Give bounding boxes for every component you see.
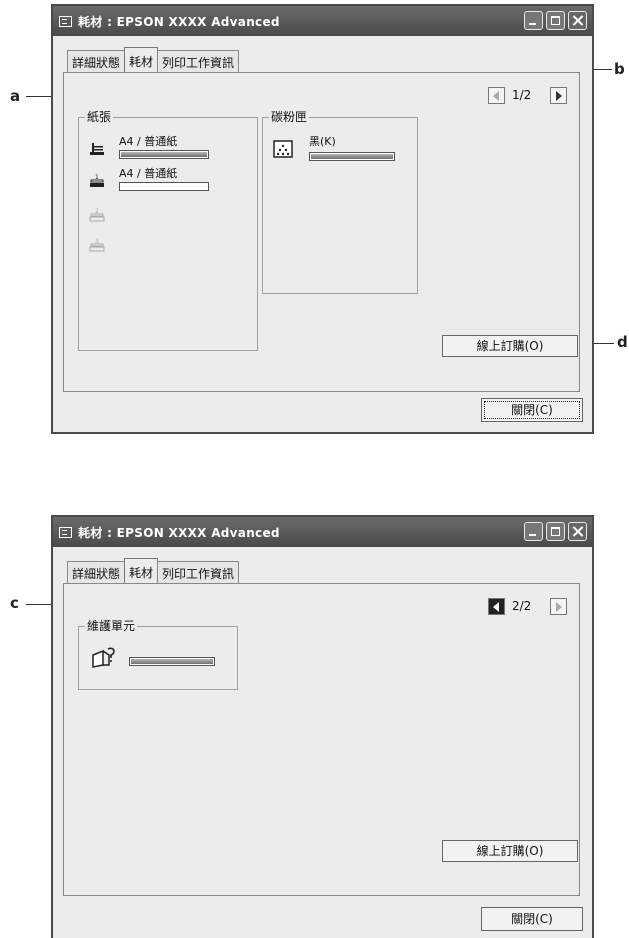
toner-black-level-fill bbox=[311, 154, 393, 159]
title-bar[interactable]: 耗材 : EPSON XXXX Advanced bbox=[53, 6, 592, 36]
tray-1-level-bar bbox=[119, 182, 209, 191]
paper-tray-3-icon-disabled: 3 bbox=[89, 238, 105, 252]
callout-a: a bbox=[10, 87, 21, 105]
prev-page-button[interactable] bbox=[488, 87, 505, 104]
close-icon[interactable] bbox=[568, 522, 587, 541]
maximize-icon[interactable] bbox=[546, 11, 565, 30]
order-online-button[interactable]: 線上訂購(O) bbox=[442, 840, 578, 862]
paper-tray-mp-icon bbox=[90, 143, 104, 155]
svg-text:1: 1 bbox=[95, 174, 99, 181]
next-page-button[interactable] bbox=[550, 598, 567, 615]
prev-page-button[interactable] bbox=[488, 598, 505, 615]
window-title: 耗材 : EPSON XXXX Advanced bbox=[78, 525, 280, 540]
page-indicator: 1/2 bbox=[512, 88, 532, 102]
paper-group: 紙張 A4 / 普通紙 1 A4 / 普通紙 2 3 bbox=[78, 110, 258, 351]
consumables-window-page1: 耗材 : EPSON XXXX Advanced 詳細狀態 耗材 列印工作資訊 … bbox=[51, 4, 594, 434]
close-button[interactable]: 關閉(C) bbox=[481, 398, 583, 422]
tab-consumables[interactable]: 耗材 bbox=[124, 47, 159, 75]
toner-black-label: 黑(K) bbox=[309, 135, 336, 148]
tray-mp-label: A4 / 普通紙 bbox=[119, 135, 178, 148]
page-indicator: 2/2 bbox=[512, 599, 532, 613]
close-button[interactable]: 關閉(C) bbox=[481, 907, 583, 931]
close-icon[interactable] bbox=[568, 11, 587, 30]
tab-print-job-info[interactable]: 列印工作資訊 bbox=[157, 561, 240, 584]
tray-1-label: A4 / 普通紙 bbox=[119, 167, 178, 180]
tab-panel: 維護單元 2/2 線上訂購(O) bbox=[63, 583, 580, 896]
maintenance-group: 維護單元 bbox=[78, 619, 238, 690]
tray-mp-level-fill bbox=[121, 152, 207, 157]
callout-c: c bbox=[10, 594, 19, 612]
toner-group-title: 碳粉匣 bbox=[269, 110, 310, 124]
minimize-icon[interactable] bbox=[524, 522, 543, 541]
maximize-icon[interactable] bbox=[546, 522, 565, 541]
printer-app-icon bbox=[59, 526, 72, 538]
callout-b: b bbox=[614, 60, 625, 78]
tray-mp-level-bar bbox=[119, 150, 209, 159]
tab-panel: 紙張 A4 / 普通紙 1 A4 / 普通紙 2 3 碳粉匣 黑(K) 1/2 … bbox=[63, 72, 580, 392]
svg-text:2: 2 bbox=[95, 208, 99, 215]
next-page-button[interactable] bbox=[550, 87, 567, 104]
maintenance-unit-level-bar bbox=[129, 657, 215, 666]
tab-detailed-status[interactable]: 詳細狀態 bbox=[67, 561, 126, 584]
paper-tray-1-icon: 1 bbox=[90, 174, 104, 187]
svg-text:3: 3 bbox=[95, 238, 99, 245]
printer-app-icon bbox=[59, 15, 72, 27]
toner-black-level-bar bbox=[309, 152, 395, 161]
title-bar[interactable]: 耗材 : EPSON XXXX Advanced bbox=[53, 517, 592, 547]
tab-strip: 詳細狀態 耗材 列印工作資訊 bbox=[67, 558, 240, 586]
tab-strip: 詳細狀態 耗材 列印工作資訊 bbox=[67, 47, 240, 75]
minimize-icon[interactable] bbox=[524, 11, 543, 30]
consumables-window-page2: 耗材 : EPSON XXXX Advanced 詳細狀態 耗材 列印工作資訊 … bbox=[51, 515, 594, 938]
maintenance-unit-icon bbox=[92, 647, 115, 668]
order-online-button[interactable]: 線上訂購(O) bbox=[442, 335, 578, 357]
tab-print-job-info[interactable]: 列印工作資訊 bbox=[157, 50, 240, 73]
callout-d: d bbox=[617, 333, 628, 351]
paper-group-title: 紙張 bbox=[85, 110, 114, 124]
paper-tray-2-icon-disabled: 2 bbox=[89, 208, 105, 222]
window-title: 耗材 : EPSON XXXX Advanced bbox=[78, 14, 280, 29]
toner-group: 碳粉匣 黑(K) bbox=[262, 110, 418, 294]
toner-cartridge-icon bbox=[273, 140, 293, 158]
maintenance-group-title: 維護單元 bbox=[85, 619, 138, 633]
tab-consumables[interactable]: 耗材 bbox=[124, 558, 159, 586]
tab-detailed-status[interactable]: 詳細狀態 bbox=[67, 50, 126, 73]
maintenance-unit-level-fill bbox=[131, 659, 213, 664]
